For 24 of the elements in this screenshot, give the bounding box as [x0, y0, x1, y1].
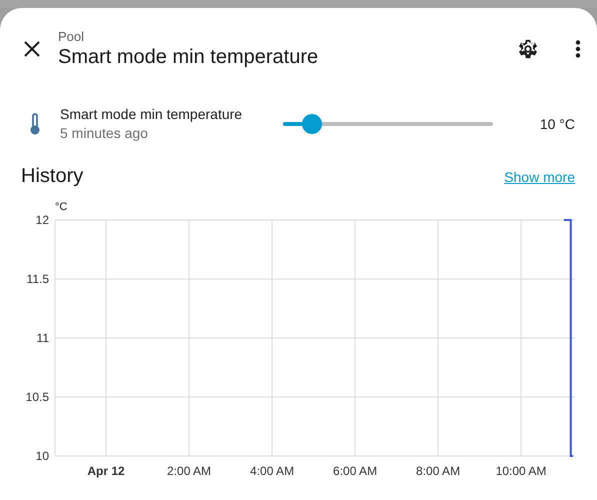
dialog-breadcrumb: Pool [58, 29, 86, 44]
y-axis-label: 11 [36, 331, 49, 345]
x-axis-label: 4:00 AM [250, 464, 294, 478]
history-heading: History [21, 165, 84, 188]
show-more-link[interactable]: Show more [504, 169, 575, 185]
settings-icon [517, 38, 539, 60]
x-axis-label: 6:00 AM [333, 464, 378, 478]
x-axis-label: Apr 12 [87, 464, 125, 478]
y-axis-label: 10.5 [26, 390, 49, 404]
last-changed: 5 minutes ago [60, 125, 149, 141]
entity-name: Smart mode min temperature [60, 106, 244, 122]
axis-unit: °C [55, 201, 68, 213]
x-axis-label: 10:00 AM [496, 464, 546, 478]
thermometer-icon [30, 112, 40, 134]
value-reading: 10 °C [540, 116, 575, 132]
close-icon [24, 41, 40, 57]
dialog-title: Smart mode min temperature [58, 46, 320, 69]
x-axis-label: 2:00 AM [167, 464, 212, 478]
y-axis-label: 10 [36, 449, 49, 463]
y-axis-label: 12 [36, 213, 49, 227]
more-options-icon [575, 40, 581, 58]
slider-thumb[interactable] [302, 114, 322, 134]
y-axis-label: 11.5 [26, 272, 49, 286]
x-axis-label: 8:00 AM [416, 464, 460, 478]
